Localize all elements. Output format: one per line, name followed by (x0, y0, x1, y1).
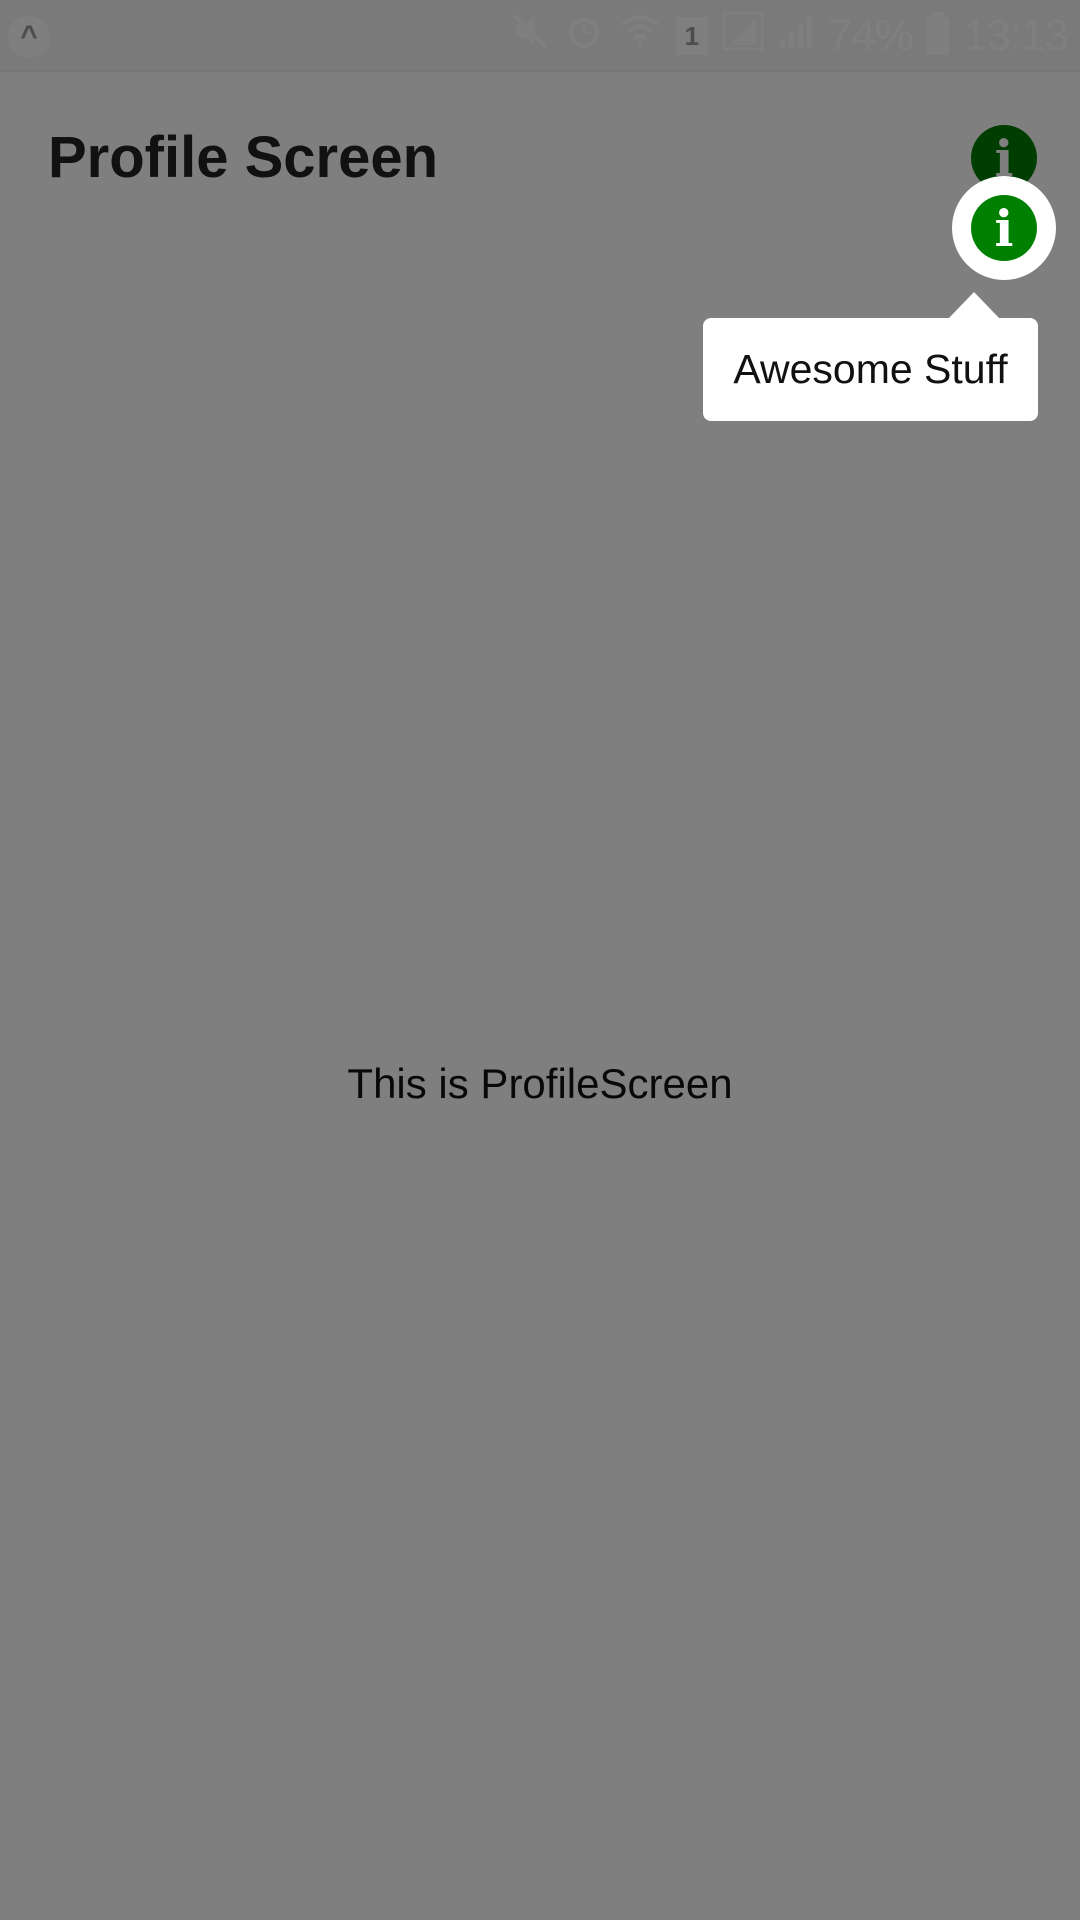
walkthrough-tooltip[interactable]: Awesome Stuff (703, 318, 1038, 421)
tooltip-text: Awesome Stuff (733, 346, 1008, 392)
tooltip-arrow (948, 292, 1000, 319)
app-screen: ^ (0, 0, 1080, 1920)
info-icon: i (971, 195, 1037, 261)
highlighted-info-button[interactable]: i (952, 176, 1056, 280)
walkthrough-overlay[interactable] (0, 0, 1080, 1920)
